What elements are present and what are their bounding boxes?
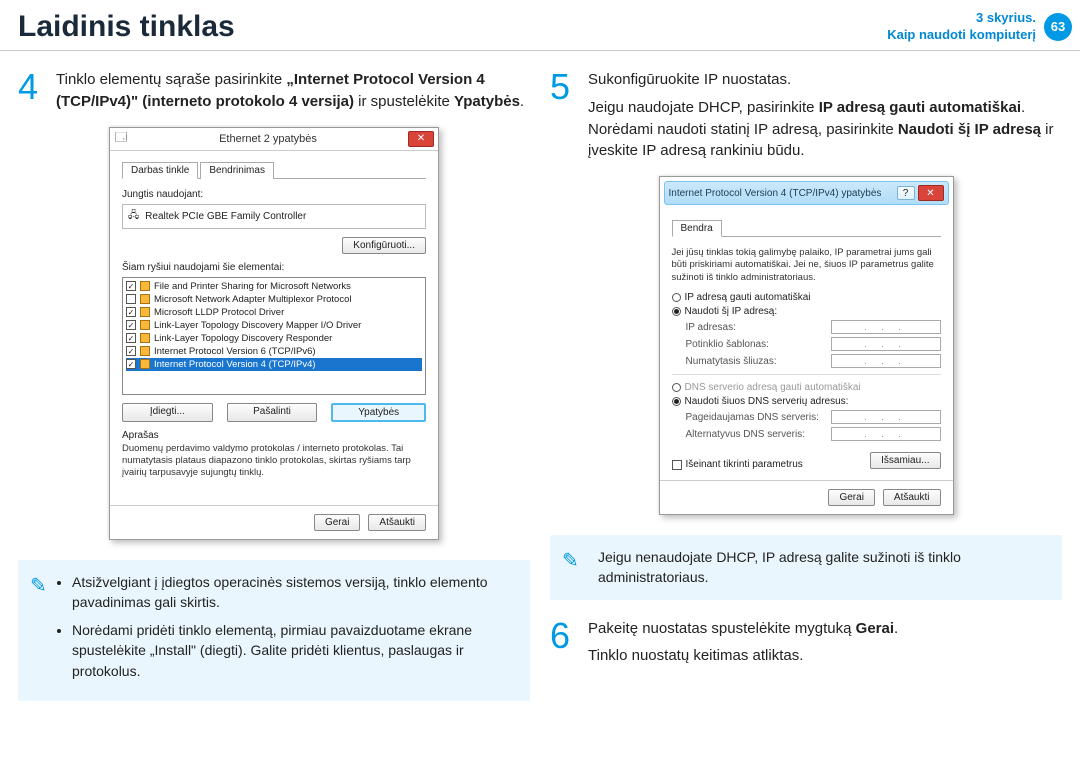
note-icon: ✎: [562, 547, 579, 576]
tab-sharing[interactable]: Bendrinimas: [200, 162, 274, 179]
alternate-dns-label: Alternatyvus DNS serveris:: [686, 429, 831, 440]
tab-general[interactable]: Bendra: [672, 220, 722, 237]
component-icon: [140, 281, 150, 291]
checkbox-icon[interactable]: [672, 460, 682, 470]
advanced-button[interactable]: Išsamiau...: [870, 452, 940, 469]
intro-text: Jei jūsų tinklas tokią galimybę palaiko,…: [672, 247, 941, 284]
step-5: 5 Sukonfigūruokite IP nuostatas. Jeigu n…: [550, 69, 1062, 162]
note-text: Jeigu nenaudojate DHCP, IP adresą galite…: [598, 549, 961, 585]
step-6-text: Pakeitę nuostatas spustelėkite mygtuką G…: [588, 618, 898, 668]
subnet-mask-input[interactable]: . . .: [831, 337, 941, 351]
step-4-text: Tinklo elementų sąraše pasirinkite „Inte…: [56, 69, 530, 113]
cancel-button[interactable]: Atšaukti: [883, 489, 941, 506]
help-icon[interactable]: ?: [897, 186, 915, 200]
dialog-titlebar: 🗔 Ethernet 2 ypatybės ✕: [110, 128, 438, 151]
uninstall-button[interactable]: Pašalinti: [227, 403, 318, 422]
page-title: Laidinis tinklas: [18, 10, 235, 44]
list-item: Microsoft Network Adapter Multiplexor Pr…: [126, 293, 422, 306]
note-box-right: ✎ Jeigu nenaudojate DHCP, IP adresą gali…: [550, 535, 1062, 600]
checkbox-icon[interactable]: ✓: [126, 346, 136, 356]
component-icon: [140, 320, 150, 330]
radio-use-ip[interactable]: Naudoti šį IP adresą:: [672, 306, 941, 317]
list-item: ✓File and Printer Sharing for Microsoft …: [126, 280, 422, 293]
dialog-tabs: Darbas tinkle Bendrinimas: [122, 161, 426, 179]
adapter-icon: 🖧: [128, 208, 139, 225]
dialog-title: Internet Protocol Version 4 (TCP/IPv4) y…: [669, 188, 897, 199]
network-items-list[interactable]: ✓File and Printer Sharing for Microsoft …: [122, 277, 426, 395]
ip-address-input[interactable]: . . .: [831, 320, 941, 334]
chapter-line1: 3 skyrius.: [887, 10, 1036, 27]
network-icon: 🗔: [114, 132, 128, 146]
close-icon[interactable]: ✕: [408, 131, 434, 147]
checkbox-icon[interactable]: ✓: [126, 281, 136, 291]
page-header: Laidinis tinklas 3 skyrius. Kaip naudoti…: [0, 0, 1080, 44]
install-button[interactable]: Įdiegti...: [122, 403, 213, 422]
connect-using-label: Jungtis naudojant:: [122, 189, 426, 200]
note-bullet: Atsižvelgiant į įdiegtos operacinės sist…: [72, 572, 516, 613]
list-item: ✓Microsoft LLDP Protocol Driver: [126, 306, 422, 319]
component-icon: [140, 359, 150, 369]
checkbox-icon[interactable]: ✓: [126, 320, 136, 330]
gateway-input[interactable]: . . .: [831, 354, 941, 368]
ok-button[interactable]: Gerai: [314, 514, 360, 531]
radio-use-dns[interactable]: Naudoti šiuos DNS serverių adresus:: [672, 396, 941, 407]
checkbox-icon[interactable]: ✓: [126, 333, 136, 343]
header-divider: [0, 50, 1080, 51]
note-box-left: ✎ Atsižvelgiant į įdiegtos operacinės si…: [18, 560, 530, 701]
radio-obtain-ip[interactable]: IP adresą gauti automatiškai: [672, 292, 941, 303]
tab-networking[interactable]: Darbas tinkle: [122, 162, 198, 179]
ipv4-properties-dialog: Internet Protocol Version 4 (TCP/IPv4) y…: [659, 176, 954, 515]
list-item: ✓Link-Layer Topology Discovery Mapper I/…: [126, 319, 422, 332]
step-number: 4: [18, 69, 46, 113]
adapter-field: 🖧 Realtek PCIe GBE Family Controller: [122, 204, 426, 229]
preferred-dns-input[interactable]: . . .: [831, 410, 941, 424]
description-label: Aprašas: [122, 430, 426, 441]
step-number: 5: [550, 69, 578, 162]
component-icon: [140, 294, 150, 304]
validate-checkbox-row[interactable]: Išeinant tikrinti parametrus: [672, 459, 803, 470]
list-item: ✓Internet Protocol Version 6 (TCP/IPv6): [126, 345, 422, 358]
dialog-titlebar: Internet Protocol Version 4 (TCP/IPv4) y…: [664, 181, 949, 205]
description-text: Duomenų perdavimo valdymo protokolas / i…: [122, 443, 426, 495]
dialog-footer: Gerai Atšaukti: [660, 480, 953, 514]
radio-obtain-dns[interactable]: DNS serverio adresą gauti automatiškai: [672, 382, 941, 393]
cancel-button[interactable]: Atšaukti: [368, 514, 426, 531]
alternate-dns-input[interactable]: . . .: [831, 427, 941, 441]
chapter-info: 3 skyrius. Kaip naudoti kompiuterį 63: [887, 10, 1072, 44]
checkbox-icon[interactable]: [126, 294, 136, 304]
component-icon: [140, 346, 150, 356]
ethernet-properties-dialog: 🗔 Ethernet 2 ypatybės ✕ Darbas tinkle Be…: [109, 127, 439, 540]
items-label: Šiam ryšiui naudojami šie elementai:: [122, 262, 426, 273]
configure-button[interactable]: Konfigūruoti...: [342, 237, 426, 254]
list-item-selected: ✓Internet Protocol Version 4 (TCP/IPv4): [126, 358, 422, 371]
chapter-line2: Kaip naudoti kompiuterį: [887, 27, 1036, 44]
checkbox-icon[interactable]: ✓: [126, 307, 136, 317]
subnet-mask-label: Potinklio šablonas:: [686, 339, 831, 350]
preferred-dns-label: Pageidaujamas DNS serveris:: [686, 412, 831, 423]
close-icon[interactable]: ✕: [918, 185, 944, 201]
checkbox-icon[interactable]: ✓: [126, 359, 136, 369]
dialog-title: Ethernet 2 ypatybės: [128, 133, 408, 145]
ok-button[interactable]: Gerai: [828, 489, 874, 506]
gateway-label: Numatytasis šliuzas:: [686, 356, 831, 367]
dialog-footer: Gerai Atšaukti: [110, 505, 438, 539]
step-6: 6 Pakeitę nuostatas spustelėkite mygtuką…: [550, 618, 1062, 668]
step-number: 6: [550, 618, 578, 668]
list-item: ✓Link-Layer Topology Discovery Responder: [126, 332, 422, 345]
component-icon: [140, 307, 150, 317]
component-icon: [140, 333, 150, 343]
step-4: 4 Tinklo elementų sąraše pasirinkite „In…: [18, 69, 530, 113]
note-icon: ✎: [30, 572, 47, 601]
properties-button[interactable]: Ypatybės: [331, 403, 426, 422]
ip-address-label: IP adresas:: [686, 322, 831, 333]
dialog-tabs: Bendra: [672, 219, 941, 237]
note-bullet: Norėdami pridėti tinklo elementą, pirmia…: [72, 620, 516, 681]
adapter-name: Realtek PCIe GBE Family Controller: [145, 211, 306, 222]
step-5-text: Sukonfigūruokite IP nuostatas. Jeigu nau…: [588, 69, 1062, 162]
page-number: 63: [1044, 13, 1072, 41]
